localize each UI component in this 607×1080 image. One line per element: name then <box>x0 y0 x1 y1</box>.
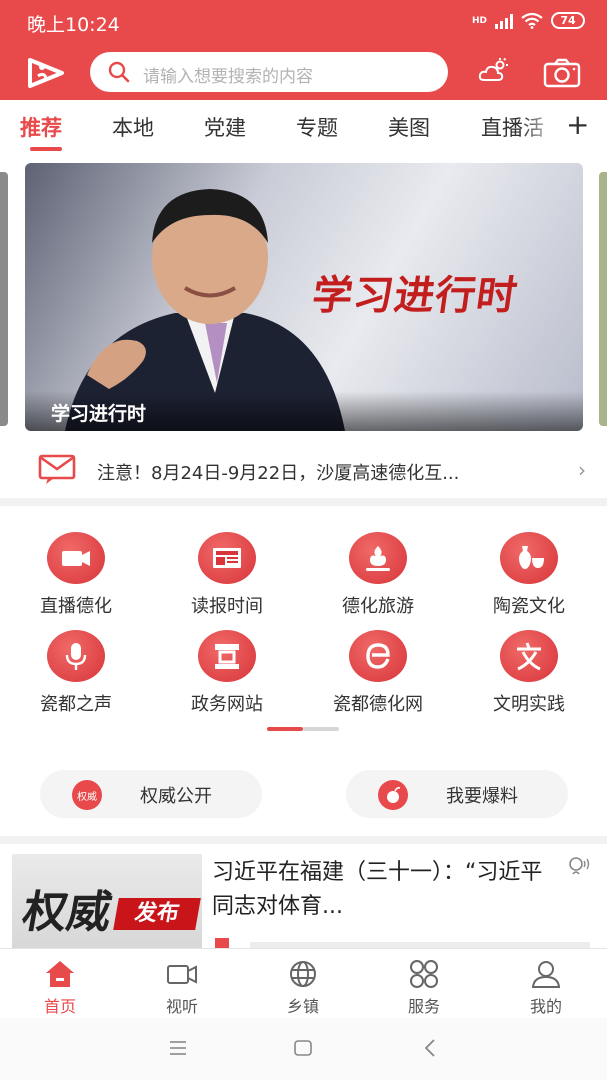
mail-icon <box>38 454 76 484</box>
service-label: 陶瓷文化 <box>493 596 565 617</box>
government-icon <box>198 630 256 682</box>
active-tab-indicator <box>30 147 62 151</box>
video-icon <box>167 965 197 984</box>
app-logo-icon <box>28 58 64 88</box>
search-bar[interactable]: 请输入想要搜索的内容 <box>90 52 448 92</box>
banner-slogan: 学习进行时 <box>309 272 521 319</box>
tab-party[interactable]: 党建 <box>204 112 246 142</box>
tab-gallery[interactable]: 美图 <box>388 112 430 142</box>
search-icon <box>108 61 130 83</box>
report-tip-label: 我要爆料 <box>446 786 518 807</box>
tab-fade <box>520 100 562 152</box>
newspaper-icon <box>198 532 256 584</box>
authority-label: 权威公开 <box>140 786 212 807</box>
network-label: HD <box>471 15 487 26</box>
home-icon <box>46 961 74 987</box>
service-label: 瓷都之声 <box>40 694 112 715</box>
service-civilization[interactable]: 文明实践 <box>469 630 589 720</box>
nav-media[interactable]: 视听 <box>122 949 242 1019</box>
bomb-icon <box>378 780 408 810</box>
search-placeholder: 请输入想要搜索的内容 <box>143 67 313 87</box>
grid-icon <box>410 960 438 988</box>
service-newspaper[interactable]: 读报时间 <box>167 532 287 622</box>
bottom-navigation: 首页 视听 乡镇 服务 我的 <box>0 948 607 1018</box>
nav-label: 首页 <box>43 997 76 1016</box>
authority-icon: 权威 <box>72 780 102 810</box>
page-indicator <box>303 727 339 731</box>
section-divider <box>0 498 607 506</box>
page-indicator-active <box>267 727 303 731</box>
thumb-badge-text: 发布 <box>113 898 201 930</box>
service-label: 直播德化 <box>40 596 112 617</box>
add-channel-icon[interactable]: + <box>566 108 589 141</box>
nav-label: 我的 <box>529 997 562 1016</box>
wifi-icon <box>521 12 543 29</box>
nav-label: 服务 <box>407 997 440 1016</box>
news-source-icon <box>215 938 229 948</box>
nav-label: 乡镇 <box>286 997 319 1016</box>
news-title[interactable]: 习近平在福建（三十一）：“习近平同志对体育... <box>212 856 552 924</box>
audio-listen-icon[interactable] <box>568 856 590 878</box>
channel-tabs: 推荐 本地 党建 专题 美图 直播活 + <box>0 100 607 152</box>
nav-home[interactable]: 首页 <box>0 949 120 1019</box>
app-header: 晚上10:24 HD 74 请输入想要搜索的内容 <box>0 0 607 100</box>
system-navigation-bar <box>0 1018 607 1080</box>
chevron-right-icon: › <box>578 458 586 482</box>
authority-button[interactable]: 权威 权威公开 <box>40 770 262 818</box>
status-bar: 晚上10:24 HD 74 <box>0 0 607 44</box>
notice-text: 注意！8月24日-9月22日，沙厦高速德化互... <box>97 463 460 484</box>
service-label: 瓷都德化网 <box>333 694 423 715</box>
nav-profile[interactable]: 我的 <box>486 949 606 1019</box>
ceramics-icon <box>500 532 558 584</box>
video-camera-icon <box>47 532 105 584</box>
banner-next-peek <box>599 172 607 426</box>
notice-bar[interactable]: 注意！8月24日-9月22日，沙厦高速德化互... › <box>0 448 607 494</box>
service-live[interactable]: 直播德化 <box>16 532 136 622</box>
tab-local[interactable]: 本地 <box>112 112 154 142</box>
hero-banner[interactable]: 学习进行时 学习进行时 <box>25 163 583 431</box>
back-icon[interactable] <box>422 1038 438 1058</box>
civilization-icon <box>500 630 558 682</box>
user-icon <box>531 961 561 988</box>
status-icons: HD 74 <box>472 12 585 29</box>
globe-icon <box>290 961 316 987</box>
service-label: 文明实践 <box>493 694 565 715</box>
service-government[interactable]: 政务网站 <box>167 630 287 720</box>
signal-icon <box>495 13 513 29</box>
thumb-title-text: 权威 <box>18 887 116 938</box>
service-voice[interactable]: 瓷都之声 <box>16 630 136 720</box>
service-tourism[interactable]: 德化旅游 <box>318 532 438 622</box>
main-content: 学习进行时 学习进行时 注意！8月24日-9月22日，沙厦高速德化互... › … <box>0 152 607 948</box>
camera-icon[interactable] <box>543 58 581 88</box>
section-divider <box>0 836 607 844</box>
nav-label: 视听 <box>165 997 198 1016</box>
service-label: 德化旅游 <box>342 596 414 617</box>
service-label: 政务网站 <box>191 694 263 715</box>
nav-towns[interactable]: 乡镇 <box>243 949 363 1019</box>
nav-services[interactable]: 服务 <box>364 949 484 1019</box>
service-label: 读报时间 <box>191 596 263 617</box>
battery-icon: 74 <box>551 12 585 29</box>
banner-caption: 学习进行时 <box>51 403 147 425</box>
tab-topics[interactable]: 专题 <box>296 112 338 142</box>
tourism-icon <box>349 532 407 584</box>
search-row: 请输入想要搜索的内容 <box>0 48 607 96</box>
weather-icon[interactable] <box>478 58 508 84</box>
banner-prev-peek <box>0 172 8 426</box>
news-thumbnail[interactable]: 权威 发布 <box>12 854 202 948</box>
tab-recommend[interactable]: 推荐 <box>20 112 62 142</box>
home-button-icon[interactable] <box>293 1039 313 1057</box>
service-website[interactable]: 瓷都德化网 <box>318 630 438 720</box>
status-time: 晚上10:24 <box>27 14 120 36</box>
microphone-icon <box>47 630 105 682</box>
report-tip-button[interactable]: 我要爆料 <box>346 770 568 818</box>
website-icon <box>349 630 407 682</box>
service-ceramics[interactable]: 陶瓷文化 <box>469 532 589 622</box>
menu-icon[interactable] <box>168 1040 188 1056</box>
